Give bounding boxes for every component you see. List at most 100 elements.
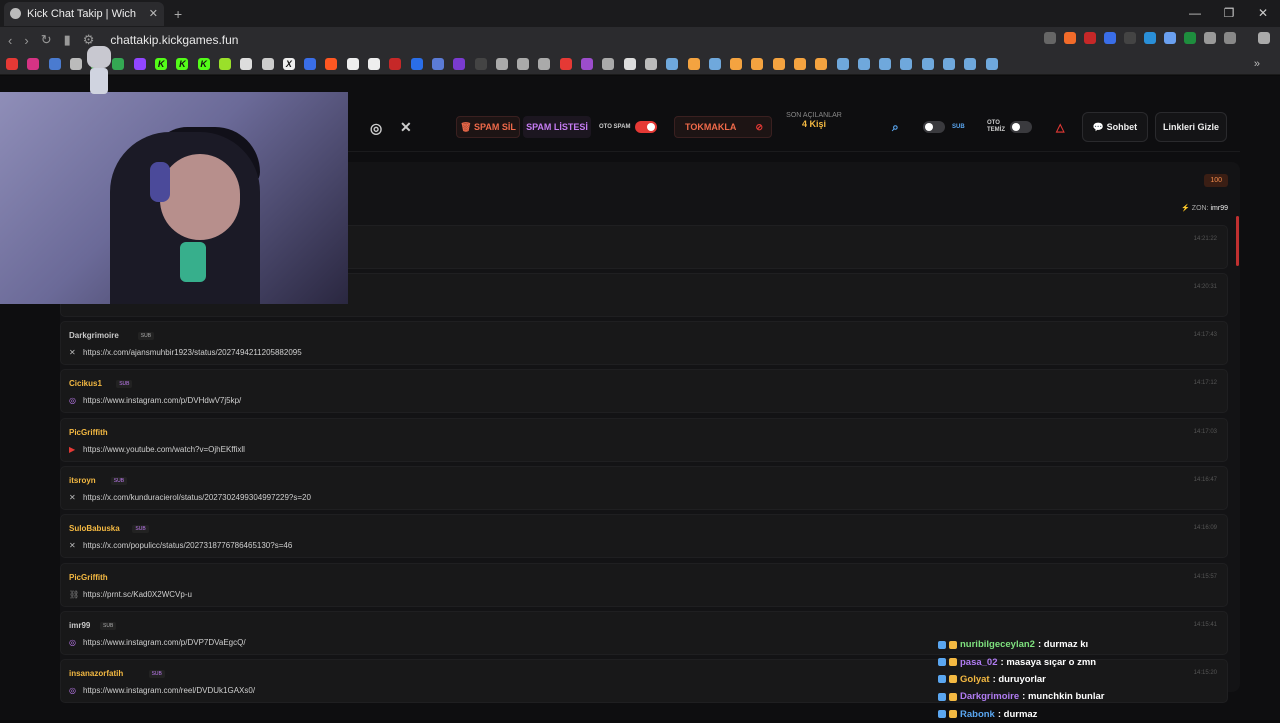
bookmark-icon[interactable] xyxy=(623,57,636,70)
bookmark-icon[interactable] xyxy=(431,57,444,70)
sohbet-button[interactable]: 💬 Sohbet xyxy=(1082,112,1148,142)
oto-temiz-toggle[interactable] xyxy=(1010,121,1032,133)
browser-tab[interactable]: Kick Chat Takip | Wich ✕ xyxy=(4,1,164,26)
youtube-bookmark-icon[interactable] xyxy=(6,57,18,70)
bookmark-icon[interactable] xyxy=(410,57,423,70)
message-link[interactable]: https://x.com/populicc/status/2027318776… xyxy=(83,541,292,550)
message-link[interactable]: https://x.com/ajansmuhbir1923/status/202… xyxy=(83,348,302,357)
steam-bookmark-icon[interactable] xyxy=(666,57,679,70)
steam-bookmark-icon[interactable] xyxy=(964,57,977,70)
kick-bookmark-icon[interactable]: K xyxy=(176,57,189,70)
kick-bookmark-icon[interactable]: K xyxy=(197,57,210,70)
ublock-icon[interactable] xyxy=(1084,32,1096,44)
message-row[interactable]: itsroyn SUB 14:16:47 ✕ https://x.com/kundura… xyxy=(60,465,1228,510)
message-link[interactable]: https://prnt.sc/Kad0X2WCVp-u xyxy=(83,590,192,599)
bookmark-icon[interactable] xyxy=(218,57,231,70)
message-username[interactable]: PicGriffith xyxy=(69,573,108,582)
bookmark-icon[interactable] xyxy=(815,57,828,70)
steam-bookmark-icon[interactable] xyxy=(857,57,870,70)
message-link[interactable]: https://www.youtube.com/watch?v=OjhEKffi… xyxy=(83,445,245,454)
bookmark-icon[interactable] xyxy=(793,57,806,70)
steam-bookmark-icon[interactable] xyxy=(985,57,998,70)
message-username[interactable]: itsroyn xyxy=(69,476,96,485)
steam-bookmark-icon[interactable] xyxy=(943,57,956,70)
close-window-icon[interactable]: ✕ xyxy=(1246,0,1280,27)
drive-bookmark-icon[interactable] xyxy=(112,57,125,70)
instagram-bookmark-icon[interactable] xyxy=(27,57,40,70)
steam-bookmark-icon[interactable] xyxy=(836,57,849,70)
extension-icon[interactable] xyxy=(1184,32,1196,44)
message-link[interactable]: https://www.instagram.com/reel/DVDUk1GAX… xyxy=(83,686,255,695)
x-bookmark-icon[interactable]: X xyxy=(282,57,295,70)
sub-toggle[interactable] xyxy=(923,121,945,133)
message-link[interactable]: https://www.instagram.com/p/DVP7DVaEgcQ/ xyxy=(83,638,246,647)
minimize-icon[interactable]: — xyxy=(1178,0,1212,27)
spam-sil-button[interactable]: 🗑 SPAM SİL xyxy=(456,116,520,138)
bookmark-icon[interactable] xyxy=(581,57,594,70)
message-username[interactable]: insanazorfatih xyxy=(69,669,123,678)
oto-spam-toggle[interactable] xyxy=(635,121,657,133)
bookmark-icon[interactable] xyxy=(453,57,466,70)
more-bookmarks-icon[interactable]: » xyxy=(1254,58,1260,70)
twitch-bookmark-icon[interactable] xyxy=(133,57,146,70)
bookmark-icon[interactable] xyxy=(495,57,508,70)
steam-bookmark-icon[interactable] xyxy=(921,57,934,70)
message-row[interactable]: Darkgrimoire SUB 14:17:43 ✕ https://x.com/aj… xyxy=(60,321,1228,365)
amazon-bookmark-icon[interactable] xyxy=(368,57,381,70)
bookmark-icon[interactable] xyxy=(389,57,402,70)
url-input[interactable]: chattakip.kickgames.fun xyxy=(110,33,238,47)
extension-icon[interactable] xyxy=(1144,32,1156,44)
steam-bookmark-icon[interactable] xyxy=(900,57,913,70)
spam-listesi-button[interactable]: SPAM LİSTESİ xyxy=(523,116,591,138)
message-row[interactable]: PicGriffith 14:15:57 ⛓ https://prnt.sc/Kad0… xyxy=(60,562,1228,607)
bookmark-icon[interactable] xyxy=(730,57,743,70)
share-icon[interactable] xyxy=(1044,32,1056,44)
extension-icon[interactable] xyxy=(1164,32,1176,44)
tokmakla-button[interactable]: TOKMAKLA ⊘ xyxy=(674,116,772,138)
extension-icon[interactable] xyxy=(1104,32,1116,44)
message-link[interactable]: https://x.com/kunduracierol/status/20273… xyxy=(83,493,311,502)
brave-shield-icon[interactable] xyxy=(1064,32,1076,44)
x-icon[interactable]: ✕ xyxy=(400,119,412,136)
message-username[interactable]: Cicikus1 xyxy=(69,379,102,388)
bookmark-icon[interactable] xyxy=(687,57,700,70)
menu-icon[interactable] xyxy=(1258,32,1270,44)
search-icon[interactable]: ⌕ xyxy=(892,120,899,135)
steam-bookmark-icon[interactable] xyxy=(879,57,892,70)
message-username[interactable]: imr99 xyxy=(69,621,90,630)
extension-icon[interactable] xyxy=(1124,32,1136,44)
message-username[interactable]: PicGriffith xyxy=(69,428,108,437)
back-icon[interactable]: ‹ xyxy=(8,33,12,48)
bookmark-icon[interactable] xyxy=(240,57,253,70)
translate-bookmark-icon[interactable] xyxy=(48,57,61,70)
kick-bookmark-icon[interactable]: K xyxy=(155,57,168,70)
message-username[interactable]: Darkgrimoire xyxy=(69,331,119,340)
bookmark-icon[interactable] xyxy=(559,57,572,70)
message-row[interactable]: SuloBabuska SUB 14:16:09 ✕ https://x.com/pop… xyxy=(60,514,1228,559)
message-row[interactable]: PicGriffith 14:17:03 ▶ https://www.youtube.… xyxy=(60,417,1228,462)
bookmark-icon[interactable] xyxy=(517,57,530,70)
forward-icon[interactable]: › xyxy=(24,33,28,48)
bookmark-icon[interactable]: ▮ xyxy=(64,32,71,48)
steam-bookmark-icon[interactable] xyxy=(708,57,721,70)
linkleri-gizle-button[interactable]: Linkleri Gizle xyxy=(1155,112,1227,142)
bookmark-icon[interactable] xyxy=(69,57,82,70)
folder-icon[interactable] xyxy=(644,57,657,70)
extensions-menu-icon[interactable] xyxy=(1204,32,1216,44)
message-link[interactable]: https://www.instagram.com/p/DVHdwV7j5kp/ xyxy=(83,396,241,405)
bookmark-icon[interactable] xyxy=(772,57,785,70)
bookmark-icon[interactable] xyxy=(602,57,615,70)
message-username[interactable]: SuloBabuska xyxy=(69,524,120,533)
bookmark-icon[interactable] xyxy=(474,57,487,70)
reload-icon[interactable]: ↻ xyxy=(41,32,52,48)
bookmark-icon[interactable] xyxy=(538,57,551,70)
new-tab-icon[interactable]: + xyxy=(174,6,182,22)
bookmark-icon[interactable] xyxy=(346,57,359,70)
reddit-bookmark-icon[interactable] xyxy=(325,57,338,70)
bookmark-icon[interactable] xyxy=(751,57,764,70)
message-row[interactable]: Cicikus1 SUB 14:17:12 ◎ https://www.instagra… xyxy=(60,369,1228,414)
maximize-icon[interactable]: ❐ xyxy=(1212,0,1246,27)
sidebar-icon[interactable] xyxy=(1224,32,1236,44)
close-tab-icon[interactable]: ✕ xyxy=(149,7,158,20)
alert-icon[interactable]: △ xyxy=(1056,121,1064,134)
